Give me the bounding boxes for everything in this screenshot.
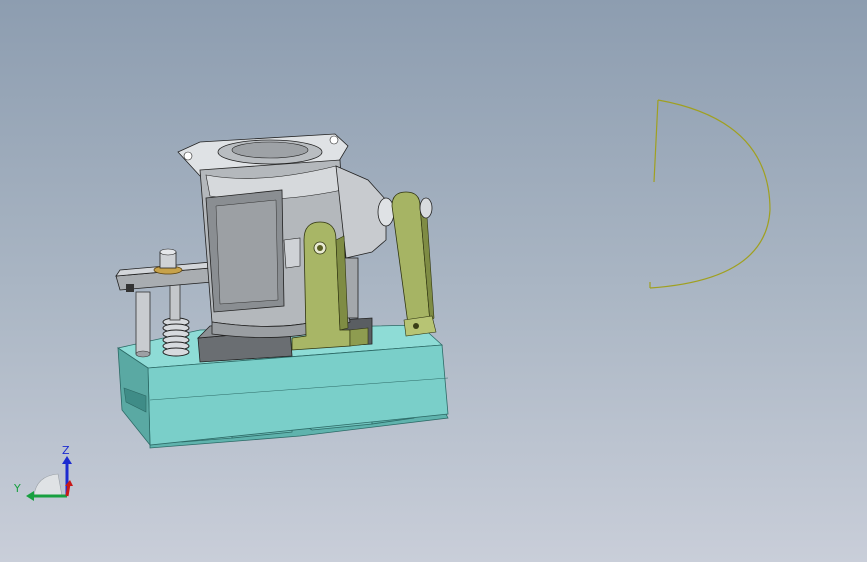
motor-housing[interactable]	[177, 133, 395, 338]
model-canvas[interactable]	[0, 0, 867, 562]
lever-arm[interactable]	[391, 191, 437, 337]
sketch-arc[interactable]	[649, 99, 771, 289]
triad-sphere-icon	[33, 473, 63, 497]
view-triad[interactable]: Z Y	[10, 440, 80, 506]
z-axis-label: Z	[62, 444, 70, 457]
graphics-viewport[interactable]: Z Y	[0, 0, 867, 562]
y-axis-label: Y	[13, 482, 21, 495]
